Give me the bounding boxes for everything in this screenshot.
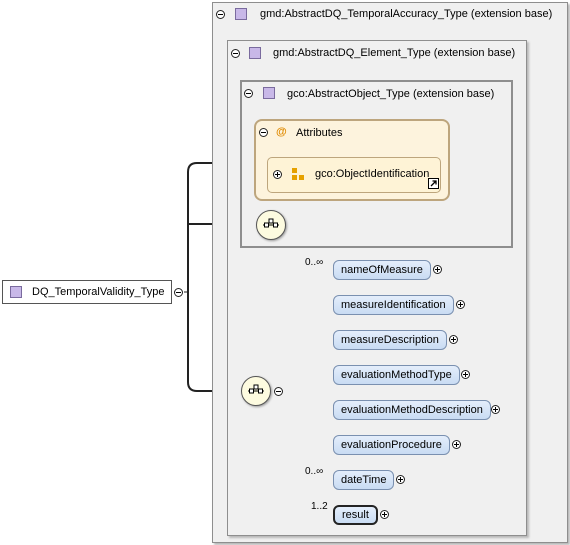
attribute-group-icon xyxy=(292,168,305,181)
collapse-icon[interactable] xyxy=(244,89,253,98)
expand-icon[interactable] xyxy=(456,300,465,309)
at-icon: @ xyxy=(276,126,287,138)
root-collapse-icon[interactable] xyxy=(174,288,183,297)
expand-icon[interactable] xyxy=(433,265,442,274)
sequence-compositor-icon[interactable] xyxy=(256,210,286,240)
complex-type-icon xyxy=(249,47,261,59)
collapse-icon[interactable] xyxy=(216,10,225,19)
sequence-collapse-icon[interactable] xyxy=(274,387,283,396)
element-evaluation-procedure[interactable]: evaluationProcedure xyxy=(333,435,450,455)
multiplicity-label: 0..∞ xyxy=(305,466,324,477)
element-result[interactable]: result xyxy=(333,505,378,525)
attribute-group-label: gco:ObjectIdentification xyxy=(315,168,430,180)
attributes-collapse-icon[interactable] xyxy=(259,128,268,137)
root-type-box[interactable]: DQ_TemporalValidity_Type xyxy=(2,280,172,304)
root-type-label: DQ_TemporalValidity_Type xyxy=(32,286,165,298)
complex-type-icon xyxy=(263,87,275,99)
element-evaluation-method-description[interactable]: evaluationMethodDescription xyxy=(333,400,491,420)
expand-icon[interactable] xyxy=(461,370,470,379)
expand-icon[interactable] xyxy=(452,440,461,449)
sequence-compositor-icon[interactable] xyxy=(241,376,271,406)
base2-label: gmd:AbstractDQ_Element_Type (extension b… xyxy=(273,47,516,59)
expand-icon[interactable] xyxy=(380,510,389,519)
complex-type-icon xyxy=(235,8,247,20)
element-date-time[interactable]: dateTime xyxy=(333,470,395,490)
base3-label: gco:AbstractObject_Type (extension base) xyxy=(287,88,495,100)
element-evaluation-method-type[interactable]: evaluationMethodType xyxy=(333,365,460,385)
base1-label: gmd:AbstractDQ_TemporalAccuracy_Type (ex… xyxy=(260,8,553,20)
expand-icon[interactable] xyxy=(396,475,405,484)
multiplicity-label: 0..∞ xyxy=(305,257,324,268)
complex-type-icon xyxy=(10,286,22,298)
expand-icon[interactable] xyxy=(449,335,458,344)
expand-icon[interactable] xyxy=(491,405,500,414)
reference-arrow-icon xyxy=(428,178,439,189)
element-name-of-measure[interactable]: nameOfMeasure xyxy=(333,260,431,280)
element-measure-identification[interactable]: measureIdentification xyxy=(333,295,454,315)
collapse-icon[interactable] xyxy=(231,49,240,58)
element-measure-description[interactable]: measureDescription xyxy=(333,330,447,350)
attributes-label: Attributes xyxy=(296,127,343,139)
multiplicity-label: 1..2 xyxy=(311,501,328,512)
expand-icon[interactable] xyxy=(273,170,282,179)
